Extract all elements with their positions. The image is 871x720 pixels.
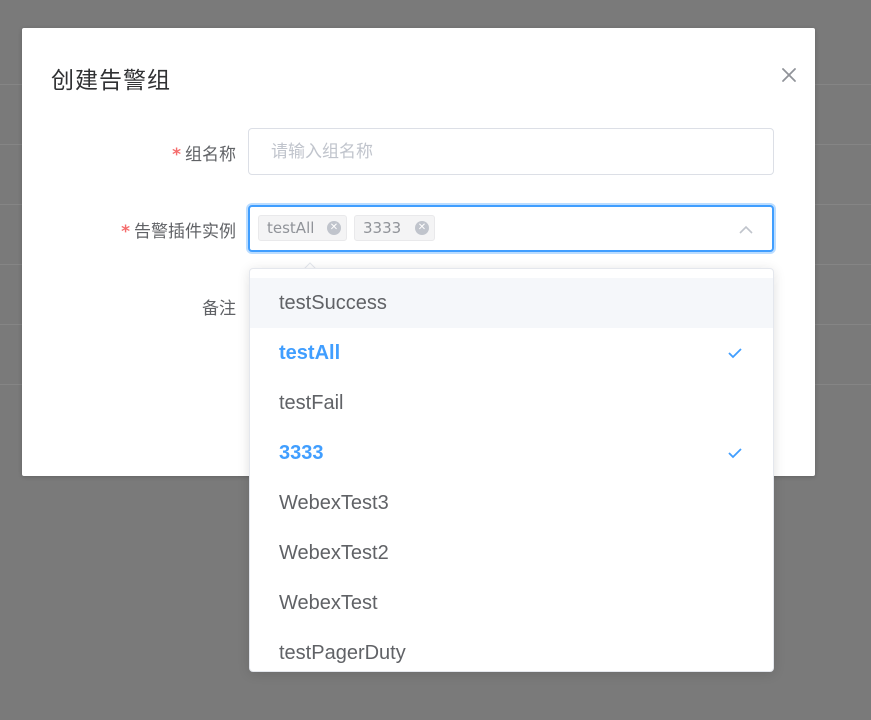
dropdown-option[interactable]: testFail xyxy=(250,378,773,428)
group-name-input[interactable] xyxy=(248,128,774,175)
option-label: testAll xyxy=(279,342,341,364)
option-label: testFail xyxy=(279,392,344,414)
tag-label: 3333 xyxy=(363,219,402,237)
plugin-options-dropdown: testSuccess testAll testFail 3333 WebexT… xyxy=(249,268,774,672)
check-icon xyxy=(728,348,742,359)
tag-label: testAll xyxy=(267,219,315,237)
option-label: testPagerDuty xyxy=(279,642,406,664)
option-label: 3333 xyxy=(279,442,324,464)
option-label: WebexTest xyxy=(279,592,378,614)
dropdown-option[interactable]: WebexTest3 xyxy=(250,478,773,528)
plugin-instances-label: * 告警插件实例 xyxy=(36,217,236,242)
tag-close-icon[interactable]: ✕ xyxy=(415,221,429,235)
close-button[interactable] xyxy=(779,65,799,85)
dropdown-option[interactable]: 3333 xyxy=(250,428,773,478)
required-mark: * xyxy=(172,145,181,165)
option-label: WebexTest2 xyxy=(279,542,389,564)
option-label: testSuccess xyxy=(279,292,387,314)
option-label: WebexTest3 xyxy=(279,492,389,514)
required-mark: * xyxy=(121,222,130,242)
dropdown-option[interactable]: testSuccess xyxy=(250,278,773,328)
plugin-instances-label-text: 告警插件实例 xyxy=(134,222,236,242)
selected-tag: 3333 ✕ xyxy=(354,215,435,241)
dropdown-option[interactable]: WebexTest2 xyxy=(250,528,773,578)
selected-tag: testAll ✕ xyxy=(258,215,347,241)
tag-close-icon[interactable]: ✕ xyxy=(327,221,341,235)
dropdown-option[interactable]: testAll xyxy=(250,328,773,378)
plugin-instances-select[interactable]: testAll ✕ 3333 ✕ xyxy=(248,205,774,252)
close-icon xyxy=(782,68,796,82)
dropdown-option[interactable]: testPagerDuty xyxy=(250,628,773,671)
chevron-up-icon[interactable] xyxy=(738,223,754,235)
check-icon xyxy=(728,448,742,459)
group-name-label: * 组名称 xyxy=(36,140,236,165)
group-name-label-text: 组名称 xyxy=(185,145,236,165)
dropdown-option[interactable]: WebexTest xyxy=(250,578,773,628)
remark-label: 备注 xyxy=(202,299,236,319)
dialog-title: 创建告警组 xyxy=(51,68,171,94)
